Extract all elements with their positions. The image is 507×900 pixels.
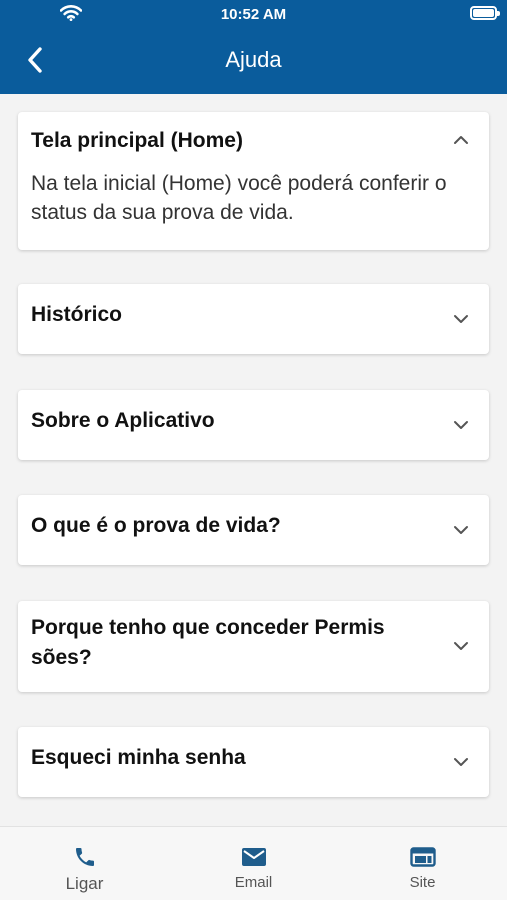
- faq-item-title: Tela principal (Home): [31, 129, 243, 152]
- faq-item-senha[interactable]: Esqueci minha senha: [18, 727, 489, 797]
- nav-ligar[interactable]: Ligar: [0, 827, 169, 900]
- page-title: Ajuda: [225, 47, 282, 72]
- status-time: 10:52 AM: [220, 6, 287, 23]
- faq-item-title: Sobre o Aplicativo: [31, 409, 215, 432]
- chevron-down-icon[interactable]: [451, 309, 471, 329]
- faq-item-home[interactable]: Tela principal (Home) Na tela inicial (H…: [18, 112, 489, 250]
- faq-item-sobre[interactable]: Sobre o Aplicativo: [18, 390, 489, 460]
- nav-label: Site: [409, 874, 436, 891]
- phone-icon: [71, 844, 99, 870]
- chevron-down-icon[interactable]: [451, 520, 471, 540]
- nav-bar: Ajuda: [0, 28, 507, 94]
- faq-item-title: Porque tenho que conceder Permis sões?: [31, 616, 385, 669]
- faq-item-title: Esqueci minha senha: [31, 746, 246, 769]
- faq-item-title: Histórico: [31, 303, 123, 326]
- nav-site[interactable]: Site: [338, 827, 507, 900]
- battery-icon: [470, 6, 500, 20]
- mail-icon: [240, 844, 268, 870]
- faq-item-historico[interactable]: Histórico: [18, 284, 489, 354]
- bottom-nav: Ligar Email Site: [0, 826, 507, 900]
- nav-label: Email: [234, 874, 273, 891]
- faq-item-title: O que é o prova de vida?: [31, 514, 281, 537]
- faq-list: Tela principal (Home) Na tela inicial (H…: [0, 94, 507, 826]
- nav-label: Ligar: [65, 874, 104, 893]
- faq-item-permissoes[interactable]: Porque tenho que conceder Permis sões?: [18, 601, 489, 692]
- chevron-down-icon[interactable]: [451, 752, 471, 772]
- nav-email[interactable]: Email: [169, 827, 338, 900]
- status-bar: 10:52 AM: [0, 0, 507, 28]
- faq-item-body: Na tela inicial (Home) você poderá confe…: [31, 172, 447, 224]
- chevron-down-icon[interactable]: [451, 636, 471, 656]
- chevron-up-icon[interactable]: [451, 130, 471, 150]
- faq-item-prova-de-vida[interactable]: O que é o prova de vida?: [18, 495, 489, 565]
- app-header: 10:52 AM Ajuda: [0, 0, 507, 94]
- chevron-down-icon[interactable]: [451, 415, 471, 435]
- web-icon: [409, 844, 437, 870]
